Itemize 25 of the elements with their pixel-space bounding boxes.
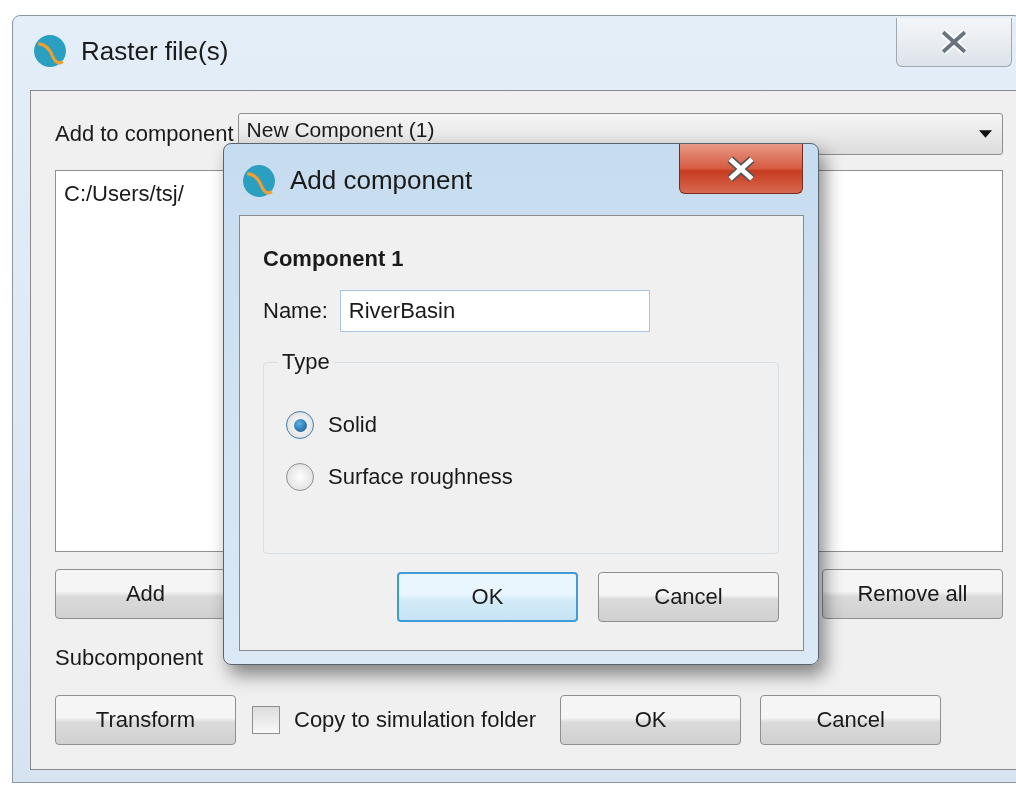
- name-field[interactable]: RiverBasin: [339, 290, 650, 332]
- ok-button[interactable]: OK: [397, 572, 578, 622]
- cancel-button[interactable]: Cancel: [760, 695, 942, 745]
- cancel-button[interactable]: Cancel: [598, 572, 779, 622]
- subcomponent-label: Subcomponent: [55, 645, 204, 671]
- add-to-component-label: Add to component: [55, 121, 234, 147]
- type-option-label: Solid: [328, 412, 377, 438]
- file-path[interactable]: C:/Users/tsj/: [64, 181, 184, 207]
- remove-all-button[interactable]: Remove all: [822, 569, 1003, 619]
- type-option-label: Surface roughness: [328, 464, 513, 490]
- window-title: Raster file(s): [81, 36, 229, 67]
- checkbox[interactable]: [252, 706, 280, 734]
- component-heading: Component 1: [263, 246, 405, 272]
- dialog-title: Add component: [290, 165, 473, 196]
- caret-icon: [979, 129, 992, 139]
- ok-button[interactable]: OK: [560, 695, 742, 745]
- transform-button[interactable]: Transform: [55, 695, 236, 745]
- radio-button[interactable]: [286, 411, 314, 439]
- globe-icon: [242, 164, 276, 198]
- close-button[interactable]: [896, 18, 1012, 67]
- copy-to-simulation-folder-label: Copy to simulation folder: [294, 707, 537, 733]
- globe-icon: [33, 34, 67, 68]
- radio-button[interactable]: [286, 463, 314, 491]
- close-button[interactable]: [679, 144, 803, 194]
- name-label: Name:: [263, 298, 328, 324]
